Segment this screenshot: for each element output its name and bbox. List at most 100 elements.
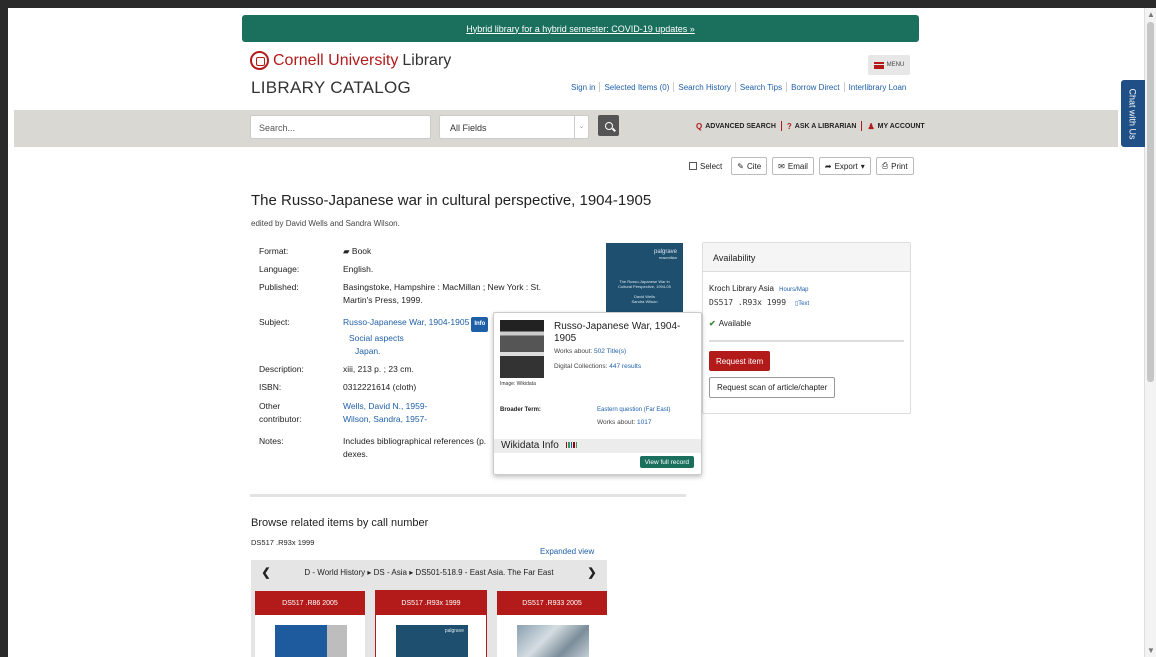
shelf-card-callno: DS517 .R86 2005: [255, 591, 365, 615]
cover-editor-2: Sandra Wilson: [631, 299, 658, 304]
popup-title: Russo-Japanese War, 1904-1905: [554, 321, 681, 344]
shelf-card-cover: palgrave: [396, 625, 468, 657]
subject-label: Subject:: [259, 317, 290, 327]
description-label: Description:: [259, 364, 304, 374]
record-byline: edited by David Wells and Sandra Wilson.: [251, 219, 400, 228]
chat-with-us-tab[interactable]: Chat with Us: [1121, 80, 1145, 147]
separator: [861, 121, 863, 131]
wikidata-info-label: Wikidata Info: [501, 440, 559, 452]
logo-library-text: Library: [402, 51, 452, 69]
availability-panel: Availability Kroch Library Asia Hours/Ma…: [702, 242, 911, 414]
scrollbar-thumb[interactable]: [1147, 22, 1154, 382]
contributor-label: Other contributor:: [259, 400, 339, 426]
cite-label: Cite: [746, 161, 762, 171]
works-about-label: Works about:: [554, 348, 593, 355]
vertical-scrollbar[interactable]: ▲ ▼: [1144, 8, 1156, 657]
my-account-link[interactable]: MY ACCOUNT: [878, 123, 925, 130]
printer-icon: ⎙: [881, 161, 889, 170]
subject-link-1[interactable]: Russo-Japanese War, 1904-1905: [343, 317, 469, 327]
broader-term-link[interactable]: Eastern question (Far East): [597, 407, 670, 413]
broader-term-label: Broader Term:: [500, 407, 541, 413]
hours-map-link[interactable]: Hours/Map: [779, 287, 808, 293]
view-full-record-button[interactable]: View full record: [639, 456, 694, 468]
chevron-left-icon[interactable]: ❮: [251, 566, 281, 579]
search-field-select[interactable]: All Fields ⌄: [439, 115, 589, 139]
ask-librarian-link[interactable]: ASK A LIBRARIAN: [795, 123, 857, 130]
published-label: Published:: [259, 282, 299, 292]
advanced-search-link[interactable]: ADVANCED SEARCH: [705, 123, 776, 130]
request-scan-button[interactable]: Request scan of article/chapter: [709, 377, 836, 398]
export-label: Export: [834, 161, 858, 171]
chevron-down-icon: ⌄: [574, 116, 588, 138]
shelf-breadcrumb: D - World History ▸ DS - Asia ▸ DS501-51…: [304, 567, 554, 577]
user-icon: ♟: [867, 121, 875, 131]
search-input[interactable]: Search...: [250, 115, 431, 139]
email-button[interactable]: ✉ Email: [772, 157, 814, 175]
shelf-card-cover: [517, 625, 589, 657]
sign-in-link[interactable]: Sign in: [571, 83, 595, 92]
subject-info-popup: Image: Wikidata Russo-Japanese War, 1904…: [493, 312, 702, 475]
print-label: Print: [891, 161, 908, 171]
window-frame-top: [0, 0, 1156, 8]
format-label: Format:: [259, 246, 289, 256]
chevron-right-icon[interactable]: ❯: [577, 566, 607, 579]
checkbox-box[interactable]: [689, 162, 697, 170]
subject-link-3[interactable]: Japan.: [355, 346, 381, 356]
format-text: Book: [351, 246, 372, 256]
published-line-1: Basingstoke, Hampshire : MacMillan ; New…: [343, 282, 541, 292]
search-history-link[interactable]: Search History: [678, 83, 730, 92]
published-value: Basingstoke, Hampshire : MacMillan ; New…: [343, 281, 568, 307]
search-tips-link[interactable]: Search Tips: [740, 83, 782, 92]
wikidata-logo-icon: [565, 440, 579, 451]
works-about-link[interactable]: 502 Title(s): [594, 348, 626, 355]
menu-button[interactable]: MENU: [868, 55, 910, 75]
text-link[interactable]: ▯Text: [795, 301, 809, 307]
borrow-direct-link[interactable]: Borrow Direct: [791, 83, 839, 92]
cornell-logo[interactable]: Cornell University Library: [250, 51, 451, 70]
call-number: DS517 .R93x 1999 ▯Text: [709, 298, 809, 307]
export-button[interactable]: ➦ Export ▾: [818, 157, 871, 175]
select-checkbox[interactable]: Select: [689, 162, 722, 171]
scroll-down-icon[interactable]: ▼: [1147, 646, 1155, 655]
broader-works-label: Works about:: [597, 419, 636, 426]
interlibrary-loan-link[interactable]: Interlibrary Loan: [849, 83, 907, 92]
shelf-card-callno: DS517 .R933 2005: [497, 591, 607, 615]
search-field-value: All Fields: [450, 123, 487, 133]
expanded-view-link[interactable]: Expanded view: [540, 547, 594, 556]
request-item-button[interactable]: Request item: [709, 351, 771, 371]
cornell-seal-icon: [250, 51, 269, 70]
covid-banner-link[interactable]: Hybrid library for a hybrid semester: CO…: [466, 24, 695, 34]
cover-title: The Russo-Japanese War in Cultural Persp…: [612, 279, 677, 304]
scroll-up-icon[interactable]: ▲: [1147, 10, 1155, 19]
availability-heading: Availability: [703, 243, 910, 272]
text-link-label: Text: [798, 301, 810, 307]
shelf-card[interactable]: DS517 .R86 2005: [255, 591, 365, 657]
logo-cornell-text: Cornell University: [273, 51, 399, 69]
search-button[interactable]: [598, 115, 619, 136]
subject-link-2[interactable]: Social aspects: [349, 333, 404, 343]
header-links: Sign in Selected Items (0) Search Histor…: [571, 82, 906, 92]
selected-items-link[interactable]: Selected Items (0): [604, 83, 669, 92]
catalog-title[interactable]: LIBRARY CATALOG: [251, 78, 411, 98]
cover-publisher: palgrave macmillan: [654, 249, 677, 261]
cite-button[interactable]: ✎ Cite: [731, 157, 768, 175]
email-label: Email: [787, 161, 808, 171]
hamburger-icon: [873, 61, 884, 69]
share-icon: ➦: [824, 161, 832, 171]
published-line-2: Martin's Press, 1999.: [343, 295, 423, 305]
shelf-card[interactable]: DS517 .R933 2005: [497, 591, 607, 657]
digital-collections-link[interactable]: 447 results: [609, 363, 641, 370]
broader-works-about: Works about: 1017: [597, 419, 651, 426]
call-number-text: DS517 .R93x 1999: [709, 298, 787, 307]
shelf-card-selected[interactable]: DS517 .R93x 1999 palgrave: [375, 590, 487, 657]
pencil-icon: ✎: [737, 161, 744, 171]
cover-publisher-2: macmillan: [658, 255, 677, 260]
print-button[interactable]: ⎙ Print: [875, 157, 914, 175]
digital-collections-label: Digital Collections:: [554, 363, 608, 370]
subject-info-badge[interactable]: Info: [471, 317, 489, 332]
separator: [734, 82, 736, 92]
browse-call-number: DS517 .R93x 1999: [251, 538, 315, 547]
broader-works-link[interactable]: 1017: [637, 419, 651, 426]
language-value: English.: [343, 264, 374, 274]
section-divider: [250, 494, 686, 497]
